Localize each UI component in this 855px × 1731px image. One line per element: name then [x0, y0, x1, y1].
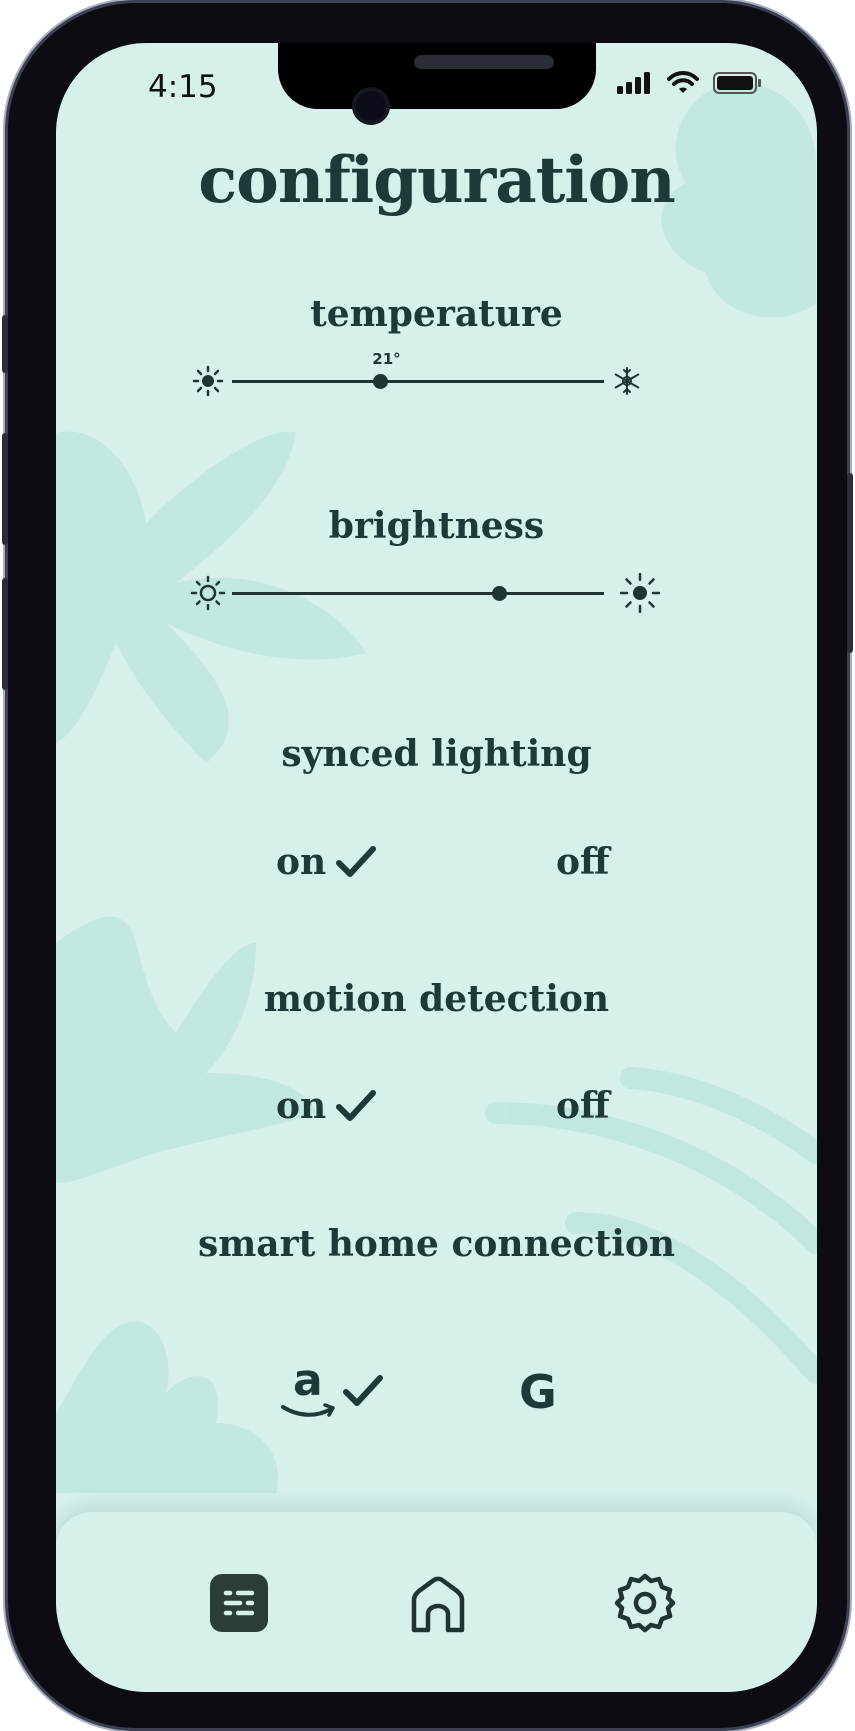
google-home-option[interactable]: G	[519, 1365, 557, 1419]
temperature-slider[interactable]: 21°	[192, 350, 692, 399]
brightness-track	[232, 592, 604, 595]
amazon-smile	[281, 1403, 335, 1417]
settings-list-icon	[223, 1590, 255, 1616]
brightness-label: brightness	[328, 505, 545, 547]
amazon-glyph: a	[293, 1355, 323, 1406]
mute-switch	[2, 315, 8, 373]
front-camera	[352, 87, 390, 125]
snowflake-icon	[614, 367, 640, 395]
status-icons	[617, 71, 761, 95]
motion-detection-off-option[interactable]: off	[556, 1085, 610, 1127]
synced-lighting-label: synced lighting	[281, 733, 592, 775]
status-time: 4:15	[148, 69, 218, 105]
brightness-knob[interactable]	[492, 586, 508, 601]
gear-icon	[614, 1573, 676, 1633]
synced-lighting-off-label: off	[556, 841, 610, 883]
motion-detection-on-label: on	[276, 1085, 327, 1127]
power-button	[847, 473, 853, 653]
screen: 4:15 configuration temperature 21° brigh…	[56, 43, 817, 1692]
check-icon	[336, 1090, 377, 1121]
leaf-background	[56, 82, 817, 1493]
motion-detection-on-option[interactable]: on	[276, 1085, 377, 1127]
home-icon	[411, 1576, 465, 1633]
wifi-icon	[667, 71, 699, 93]
check-icon	[336, 846, 377, 877]
amazon-icon: a	[281, 1355, 337, 1421]
temperature-label: temperature	[310, 293, 563, 335]
synced-lighting-on-label: on	[276, 841, 327, 883]
low-brightness-icon	[190, 575, 226, 611]
nav-settings-button[interactable]	[614, 1572, 676, 1634]
battery-icon	[713, 72, 761, 94]
sun-icon	[192, 365, 224, 397]
check-icon	[343, 1375, 383, 1406]
brightness-slider[interactable]	[190, 565, 700, 613]
motion-detection-off-label: off	[556, 1085, 610, 1127]
speaker	[414, 55, 554, 69]
amazon-alexa-option[interactable]: a	[281, 1355, 383, 1421]
high-brightness-icon	[620, 573, 660, 613]
nav-home-button[interactable]	[408, 1574, 468, 1634]
temperature-track	[232, 380, 604, 383]
smart-home-connection-label: smart home connection	[197, 1223, 676, 1265]
nav-settings-list-button[interactable]	[210, 1574, 268, 1632]
bottom-navigation	[56, 1512, 817, 1692]
synced-lighting-on-option[interactable]: on	[276, 841, 377, 883]
motion-detection-label: motion detection	[263, 978, 610, 1020]
volume-up-button	[2, 433, 8, 545]
synced-lighting-off-option[interactable]: off	[556, 841, 610, 883]
temperature-knob[interactable]	[373, 374, 389, 389]
page-title: configuration	[198, 143, 676, 218]
google-icon: G	[519, 1365, 557, 1419]
volume-down-button	[2, 578, 8, 690]
phone-frame: 4:15 configuration temperature 21° brigh…	[2, 3, 853, 1728]
cellular-signal-icon	[617, 72, 650, 94]
notch	[278, 43, 596, 109]
temperature-value: 21°	[372, 350, 401, 368]
